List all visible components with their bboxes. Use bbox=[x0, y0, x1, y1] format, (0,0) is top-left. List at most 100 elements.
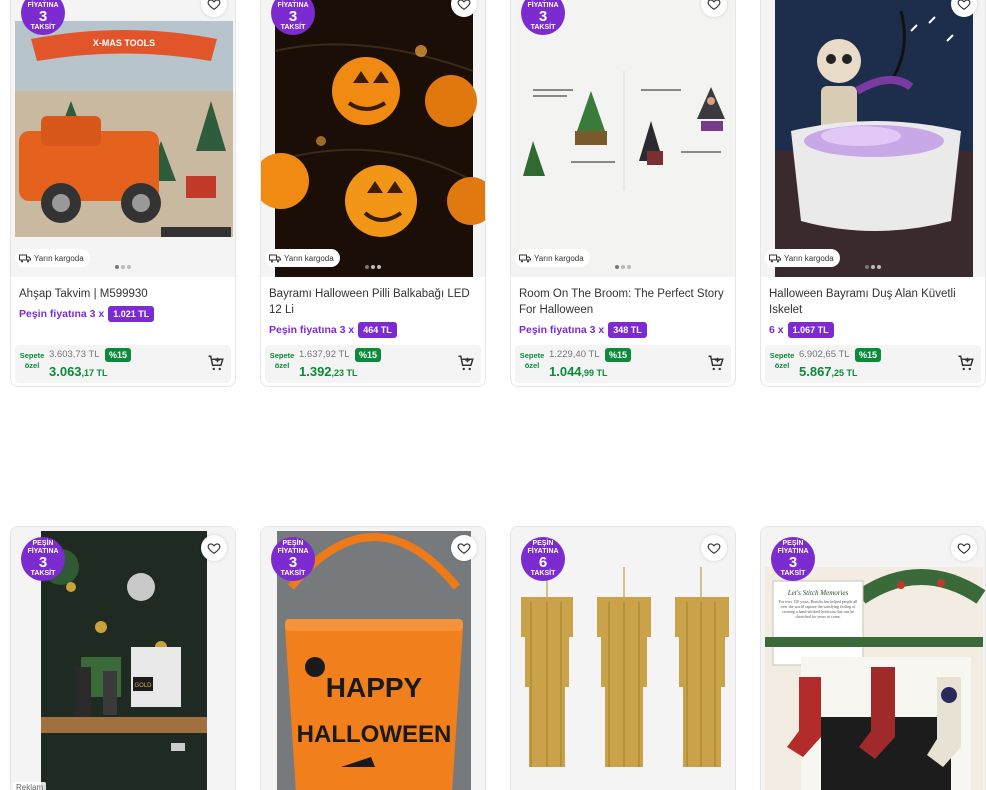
image-caption-2: For over 150 years, Bonifia has helped p… bbox=[778, 599, 858, 619]
basket-special-label: Sepete özel bbox=[269, 351, 295, 370]
price-box: Sepete özel 1.229,40 TL %15 1.044,99 TL bbox=[515, 345, 731, 383]
image-caption-1: HAPPY bbox=[326, 672, 423, 703]
image-caption-2: HALLOWEEN bbox=[297, 721, 452, 748]
discount-badge: %15 bbox=[605, 348, 632, 362]
product-card[interactable]: Let's Stitch Memories For over 150 years… bbox=[760, 526, 986, 790]
installment-label: Peşin fiyatına 3 x bbox=[269, 324, 355, 336]
basket-special-label: Sepete özel bbox=[519, 351, 545, 370]
product-card[interactable]: Yarın kargoda Halloween Bayramı Duş Alan… bbox=[760, 0, 986, 387]
new-price-cents: ,23 TL bbox=[331, 368, 358, 378]
badge-number: 6 bbox=[538, 554, 548, 571]
product-title[interactable]: Halloween Bayramı Duş Alan Küvetli Iskel… bbox=[769, 286, 979, 318]
cargo-label: Yarın kargoda bbox=[515, 249, 590, 267]
installment-label: Peşin fiyatına 3 x bbox=[19, 308, 105, 320]
discount-badge: %15 bbox=[355, 348, 382, 362]
image-caption-1: Let's Stitch Memories bbox=[787, 589, 849, 597]
image-caption: GOLD bbox=[134, 683, 152, 689]
truck-icon bbox=[19, 254, 31, 262]
product-image[interactable]: X-MAS TOOLS bbox=[11, 0, 235, 277]
add-to-cart-icon[interactable] bbox=[207, 354, 225, 372]
installment-info: 6 x 1.067 TL bbox=[769, 322, 834, 338]
product-card[interactable]: X-MAS TOOLS PEŞİN FİYATINA 3 TAKSİT bbox=[10, 0, 236, 387]
new-price-main: 1.392 bbox=[299, 364, 332, 379]
installment-amount: 1.067 TL bbox=[787, 322, 834, 338]
product-title[interactable]: Ahşap Takvim | M599930 bbox=[19, 286, 229, 302]
heart-icon bbox=[207, 543, 221, 554]
product-title[interactable]: Room On The Broom: The Perfect Story For… bbox=[519, 286, 729, 318]
product-grid: X-MAS TOOLS PEŞİN FİYATINA 3 TAKSİT bbox=[0, 0, 986, 790]
badge-number: 3 bbox=[288, 8, 298, 25]
product-card[interactable]: PEŞİN FİYATINA 6 TAKSİT bbox=[510, 526, 736, 790]
new-price-main: 3.063 bbox=[49, 364, 82, 379]
badge-bottom-text: TAKSİT bbox=[780, 570, 806, 577]
cargo-label: Yarın kargoda bbox=[765, 249, 840, 267]
cargo-label: Yarın kargoda bbox=[15, 249, 90, 267]
add-to-cart-icon[interactable] bbox=[957, 354, 975, 372]
favorite-button[interactable] bbox=[701, 535, 727, 561]
new-price: 1.044,99 TL bbox=[549, 364, 608, 379]
installment-amount: 1.021 TL bbox=[108, 306, 155, 322]
product-image[interactable] bbox=[261, 0, 485, 277]
price-box: Sepete özel 1.637,92 TL %15 1.392,23 TL bbox=[265, 345, 481, 383]
favorite-button[interactable] bbox=[201, 535, 227, 561]
installment-amount: 348 TL bbox=[608, 322, 647, 338]
truck-icon bbox=[269, 254, 281, 262]
old-price: 1.229,40 TL bbox=[549, 349, 600, 360]
heart-icon bbox=[957, 0, 971, 10]
product-card[interactable]: GOLD PEŞİN FİYATINA 3 TAKSİT Reklam bbox=[10, 526, 236, 790]
cargo-text: Yarın kargoda bbox=[284, 253, 334, 263]
favorite-button[interactable] bbox=[951, 535, 977, 561]
badge-number: 3 bbox=[38, 554, 48, 571]
cargo-text: Yarın kargoda bbox=[784, 253, 834, 263]
basket-special-label: Sepete özel bbox=[769, 351, 795, 370]
new-price: 1.392,23 TL bbox=[299, 364, 358, 379]
installment-amount: 464 TL bbox=[358, 322, 397, 338]
price-box: Sepete özel 6.902,65 TL %15 5.867,25 TL bbox=[765, 345, 981, 383]
heart-icon bbox=[207, 0, 221, 10]
product-card[interactable]: PEŞİN FİYATINA 3 TAKSİT Yarın kargoda Ro… bbox=[510, 0, 736, 387]
image-pagination[interactable] bbox=[115, 265, 131, 269]
heart-icon bbox=[457, 0, 471, 10]
new-price: 3.063,17 TL bbox=[49, 364, 108, 379]
product-image[interactable] bbox=[761, 0, 985, 277]
new-price: 5.867,25 TL bbox=[799, 364, 858, 379]
badge-bottom-text: TAKSİT bbox=[280, 570, 306, 577]
installment-label: Peşin fiyatına 3 x bbox=[519, 324, 605, 336]
image-caption: X-MAS TOOLS bbox=[93, 38, 155, 48]
add-to-cart-icon[interactable] bbox=[707, 354, 725, 372]
new-price-cents: ,25 TL bbox=[831, 368, 858, 378]
cargo-text: Yarın kargoda bbox=[34, 253, 84, 263]
image-pagination[interactable] bbox=[365, 265, 381, 269]
badge-bottom-text: TAKSİT bbox=[530, 24, 556, 31]
badge-number: 3 bbox=[288, 554, 298, 571]
product-title[interactable]: Bayramı Halloween Pilli Balkabağı LED 12… bbox=[269, 286, 479, 318]
image-pagination[interactable] bbox=[865, 265, 881, 269]
old-price: 3.603,73 TL bbox=[49, 349, 100, 360]
basket-special-label: Sepete özel bbox=[19, 351, 45, 370]
heart-icon bbox=[957, 543, 971, 554]
ad-label: Reklam bbox=[13, 782, 47, 790]
badge-number: 3 bbox=[538, 8, 548, 25]
price-box: Sepete özel 3.603,73 TL %15 3.063,17 TL bbox=[15, 345, 231, 383]
image-pagination[interactable] bbox=[615, 265, 631, 269]
old-price: 1.637,92 TL bbox=[299, 349, 350, 360]
new-price-cents: ,17 TL bbox=[81, 368, 108, 378]
product-card[interactable]: PEŞİN FİYATINA 3 TAKSİT Yarın kargoda Ba… bbox=[260, 0, 486, 387]
new-price-cents: ,99 TL bbox=[581, 368, 608, 378]
cargo-text: Yarın kargoda bbox=[534, 253, 584, 263]
heart-icon bbox=[457, 543, 471, 554]
product-image[interactable] bbox=[511, 0, 735, 277]
discount-badge: %15 bbox=[855, 348, 882, 362]
favorite-button[interactable] bbox=[451, 535, 477, 561]
discount-badge: %15 bbox=[105, 348, 132, 362]
heart-icon bbox=[707, 543, 721, 554]
installment-badge: PEŞİN FİYATINA 6 TAKSİT bbox=[521, 537, 565, 581]
badge-number: 3 bbox=[788, 554, 798, 571]
installment-info: Peşin fiyatına 3 x 464 TL bbox=[269, 322, 397, 338]
heart-icon bbox=[707, 0, 721, 10]
installment-badge: PEŞİN FİYATINA 3 TAKSİT bbox=[271, 537, 315, 581]
badge-bottom-text: TAKSİT bbox=[280, 24, 306, 31]
add-to-cart-icon[interactable] bbox=[457, 354, 475, 372]
truck-icon bbox=[519, 254, 531, 262]
product-card[interactable]: HAPPY HALLOWEEN PEŞİN FİYATINA 3 TAKSİT bbox=[260, 526, 486, 790]
